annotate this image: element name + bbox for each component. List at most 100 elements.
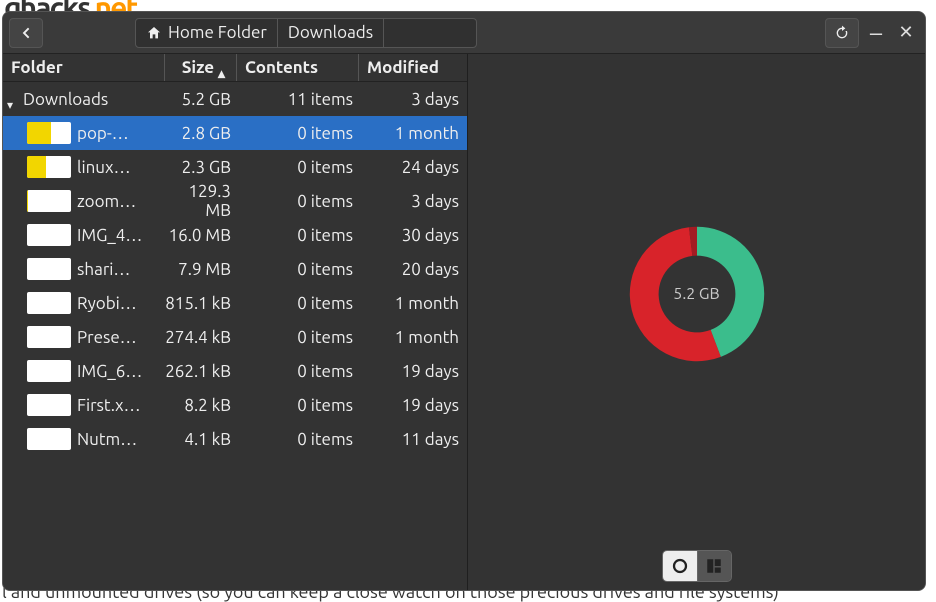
size-bar (27, 292, 71, 314)
table-row[interactable]: First.x… 8.2 kB0 items19 days (3, 388, 467, 422)
main-area: Folder Size Contents Modified Downloads … (3, 54, 925, 590)
table-row[interactable]: pop-… 2.8 GB0 items1 month (3, 116, 467, 150)
size-bar (27, 122, 71, 144)
close-button[interactable]: ✕ (893, 22, 919, 43)
back-button[interactable] (9, 18, 43, 48)
table-row[interactable]: linux… 2.3 GB0 items24 days (3, 150, 467, 184)
chevron-left-icon (18, 25, 34, 41)
file-size: 7.9 MB (165, 260, 237, 279)
file-modified: 19 days (359, 362, 467, 381)
file-modified: 11 days (359, 430, 467, 449)
breadcrumb-downloads-label: Downloads (288, 23, 373, 42)
file-modified: 3 days (359, 192, 467, 211)
file-modified: 1 month (359, 124, 467, 143)
treemap-view-button[interactable] (697, 551, 731, 581)
size-bar (27, 258, 71, 280)
file-size: 129.3 MB (165, 182, 237, 220)
file-contents: 0 items (237, 124, 359, 143)
refresh-icon (834, 25, 850, 41)
rings-view-button[interactable] (663, 551, 697, 581)
table-row[interactable]: IMG_6… 262.1 kB0 items19 days (3, 354, 467, 388)
table-row[interactable]: Prese… 274.4 kB0 items1 month (3, 320, 467, 354)
breadcrumb-filler (384, 19, 476, 47)
parent-folder-modified: 3 days (359, 90, 467, 109)
minimize-button[interactable]: ‒ (863, 20, 889, 46)
refresh-button[interactable] (825, 18, 859, 48)
parent-folder-size: 5.2 GB (165, 90, 237, 109)
file-list-pane: Folder Size Contents Modified Downloads … (3, 54, 468, 590)
file-modified: 1 month (359, 294, 467, 313)
table-row[interactable]: shari… 7.9 MB0 items20 days (3, 252, 467, 286)
sort-asc-icon (218, 63, 228, 73)
toolbar: Home Folder Downloads ‒ ✕ (3, 12, 925, 54)
parent-folder-row[interactable]: Downloads 5.2 GB 11 items 3 days (3, 82, 467, 116)
file-size: 262.1 kB (165, 362, 237, 381)
file-modified: 1 month (359, 328, 467, 347)
file-modified: 19 days (359, 396, 467, 415)
file-name: Prese… (77, 328, 137, 347)
breadcrumb-home[interactable]: Home Folder (136, 19, 278, 47)
file-name: IMG_4… (77, 226, 142, 245)
file-contents: 0 items (237, 430, 359, 449)
donut-center-label: 5.2 GB (673, 285, 719, 303)
file-contents: 0 items (237, 260, 359, 279)
file-modified: 30 days (359, 226, 467, 245)
column-header-size[interactable]: Size (165, 54, 237, 81)
treemap-icon (705, 557, 723, 575)
size-bar (27, 360, 71, 382)
size-bar (27, 326, 71, 348)
file-name: zoom… (77, 192, 136, 211)
table-row[interactable]: zoom… 129.3 MB0 items3 days (3, 184, 467, 218)
disk-usage-analyzer-window: Home Folder Downloads ‒ ✕ Folder Size (2, 11, 926, 591)
file-name: linux… (77, 158, 131, 177)
file-contents: 0 items (237, 294, 359, 313)
rings-icon (671, 557, 689, 575)
file-size: 4.1 kB (165, 430, 237, 449)
file-size: 16.0 MB (165, 226, 237, 245)
table-row[interactable]: Ryobi… 815.1 kB0 items1 month (3, 286, 467, 320)
size-bar (27, 394, 71, 416)
file-name: First.x… (77, 396, 141, 415)
breadcrumb-home-label: Home Folder (168, 23, 267, 42)
size-bar (27, 190, 71, 212)
file-name: IMG_6… (77, 362, 142, 381)
column-header-size-label: Size (182, 58, 214, 77)
column-header-folder[interactable]: Folder (3, 54, 165, 81)
size-bar (27, 224, 71, 246)
file-name: pop-… (77, 124, 129, 143)
file-size: 274.4 kB (165, 328, 237, 347)
file-contents: 0 items (237, 396, 359, 415)
file-contents: 0 items (237, 328, 359, 347)
file-modified: 24 days (359, 158, 467, 177)
minimize-icon: ‒ (870, 20, 882, 45)
donut-chart: 5.2 GB (617, 214, 777, 374)
file-name: shari… (77, 260, 130, 279)
file-contents: 0 items (237, 226, 359, 245)
chart-pane: 5.2 GB (468, 54, 925, 590)
size-bar (27, 428, 71, 450)
view-mode-toggle (662, 550, 732, 582)
file-size: 2.8 GB (165, 124, 237, 143)
file-name: Ryobi… (77, 294, 137, 313)
close-icon: ✕ (898, 22, 913, 42)
column-header-contents[interactable]: Contents (237, 54, 359, 81)
expand-icon[interactable] (7, 94, 17, 104)
file-contents: 0 items (237, 158, 359, 177)
file-name: Nutm… (77, 430, 137, 449)
breadcrumb: Home Folder Downloads (135, 18, 477, 48)
breadcrumb-downloads[interactable]: Downloads (278, 19, 384, 47)
parent-folder-contents: 11 items (237, 90, 359, 109)
size-bar (27, 156, 71, 178)
file-modified: 20 days (359, 260, 467, 279)
file-contents: 0 items (237, 192, 359, 211)
file-size: 815.1 kB (165, 294, 237, 313)
column-headers: Folder Size Contents Modified (3, 54, 467, 82)
home-icon (146, 25, 162, 41)
table-row[interactable]: Nutm… 4.1 kB0 items11 days (3, 422, 467, 456)
table-row[interactable]: IMG_4… 16.0 MB0 items30 days (3, 218, 467, 252)
parent-folder-name: Downloads (23, 90, 108, 109)
file-size: 2.3 GB (165, 158, 237, 177)
file-size: 8.2 kB (165, 396, 237, 415)
file-contents: 0 items (237, 362, 359, 381)
column-header-modified[interactable]: Modified (359, 54, 467, 81)
